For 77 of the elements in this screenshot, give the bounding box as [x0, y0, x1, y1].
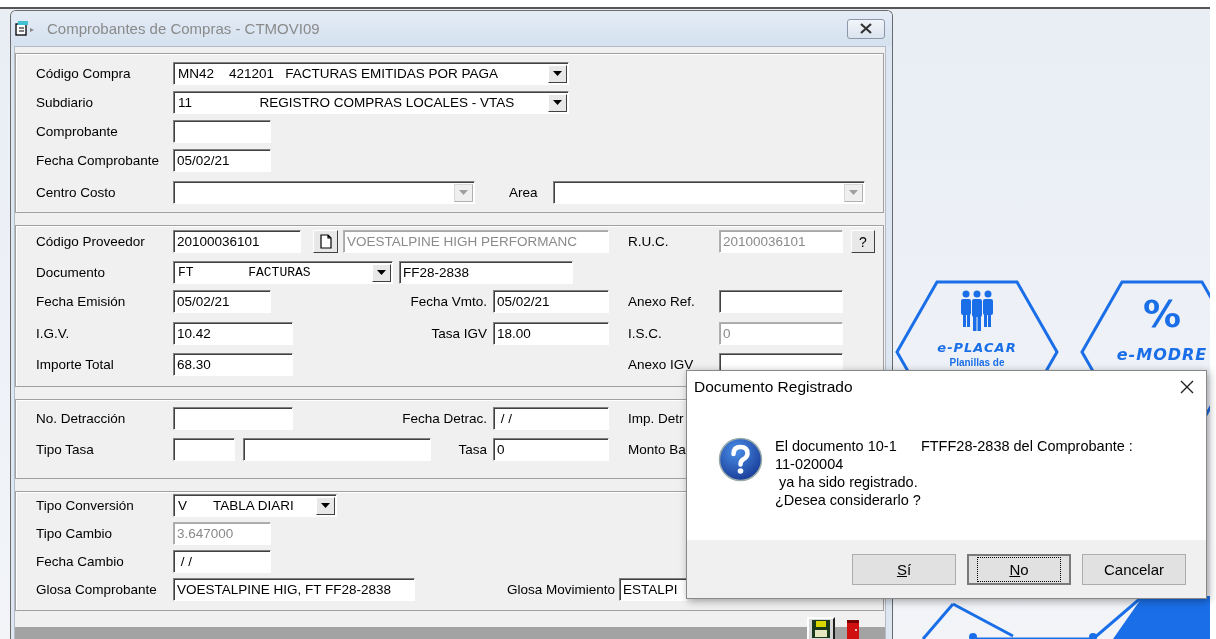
- field-label: Fecha Emisión: [36, 294, 127, 309]
- text-field[interactable]: 05/02/21: [173, 290, 271, 313]
- field-label: Tipo Conversión: [36, 498, 135, 513]
- tile-symbol: %: [1141, 292, 1183, 336]
- text-field[interactable]: VOESTALPINE HIG, FT FF28-2838: [173, 578, 415, 601]
- field-label: Tipo Cambio: [36, 526, 114, 541]
- field-label: Imp. Detr: [628, 411, 685, 426]
- text-field[interactable]: [243, 438, 431, 461]
- text-field[interactable]: 10.42: [173, 322, 293, 345]
- field-label: Documento: [36, 265, 107, 280]
- text-field[interactable]: 68.30: [173, 353, 293, 376]
- caret-down-icon: [377, 270, 386, 275]
- text-field[interactable]: [173, 407, 293, 430]
- caret-down-icon: [321, 503, 330, 508]
- dialog-title: Documento Registrado: [694, 378, 853, 396]
- field-label: Tipo Tasa: [36, 442, 95, 457]
- text-field[interactable]: [719, 290, 843, 313]
- dialog-button[interactable]: No: [967, 553, 1071, 585]
- text-field[interactable]: / /: [493, 407, 609, 430]
- field-label: Glosa Movimiento: [505, 582, 615, 597]
- text-field[interactable]: 20100036101: [173, 230, 301, 253]
- question-icon: [718, 437, 763, 482]
- field-label: Fecha Cambio: [36, 554, 125, 569]
- text-field[interactable]: [173, 120, 271, 143]
- text-field[interactable]: 18.00: [493, 322, 609, 345]
- field-label: Anexo Ref.: [628, 294, 696, 309]
- tile-title: e-PLACAR: [936, 340, 1018, 355]
- close-icon: [860, 23, 872, 34]
- icon-button[interactable]: [313, 230, 338, 253]
- field-label: I.S.C.: [628, 326, 663, 341]
- field-label: Area: [509, 185, 539, 200]
- close-icon: [1180, 380, 1194, 394]
- text-field[interactable]: FF28-2838: [399, 261, 573, 284]
- field-label: No. Detracción: [36, 411, 127, 426]
- tile-title: e-MODRE: [1115, 345, 1209, 364]
- field-label: Fecha Detrac.: [401, 411, 487, 426]
- text-field[interactable]: / /: [173, 550, 271, 573]
- field-label: R.U.C.: [628, 234, 670, 249]
- field-label: Importe Total: [36, 357, 115, 372]
- field-label: Subdiario: [36, 95, 95, 110]
- text-field[interactable]: ESTALPI: [619, 578, 687, 601]
- caret-down-icon: [849, 190, 858, 195]
- field-label: Código Compra: [36, 66, 132, 81]
- caret-down-icon: [459, 190, 468, 195]
- field-label: I.G.V.: [36, 326, 71, 341]
- dropdown[interactable]: MN42 421201 FACTURAS EMITIDAS POR PAGA: [173, 62, 569, 85]
- caret-down-icon: [553, 71, 562, 76]
- help-button[interactable]: ?: [851, 230, 875, 253]
- field-label: Comprobante: [36, 124, 119, 139]
- field-label: Fecha Comprobante: [36, 153, 161, 168]
- dropdown[interactable]: 11 REGISTRO COMPRAS LOCALES - VTAS: [173, 91, 569, 114]
- dialog-button[interactable]: Cancelar: [1082, 553, 1186, 585]
- text-field[interactable]: 05/02/21: [173, 149, 271, 172]
- door-icon: [845, 619, 861, 639]
- field-label: Monto Ba: [628, 442, 686, 457]
- field-label: Código Proveedor: [36, 234, 146, 249]
- field-label: Glosa Comprobante: [36, 582, 158, 597]
- field-label: Centro Costo: [36, 185, 117, 200]
- dialog-message: El documento 10-1 FTFF28-2838 del Comprobante : 11-020004 ya ha sido registrado. ¿Desea considerarlo ?: [775, 437, 1133, 510]
- field-label: Tasa IGV: [430, 326, 487, 341]
- tile-subtitle: Planillas de: [948, 357, 1006, 368]
- field-label: Fecha Vmto.: [409, 294, 487, 309]
- dropdown[interactable]: V TABLA DIARI: [173, 494, 337, 517]
- dropdown[interactable]: FT FACTURAS: [173, 261, 393, 284]
- page-icon: [319, 234, 332, 249]
- field-label: Anexo IGV: [628, 357, 695, 372]
- close-button[interactable]: [1178, 378, 1196, 396]
- save-button[interactable]: [807, 617, 835, 639]
- close-button[interactable]: [847, 18, 885, 39]
- people-icon: [960, 290, 994, 332]
- text-field[interactable]: 05/02/21: [493, 290, 609, 313]
- text-field[interactable]: 0: [493, 438, 609, 461]
- caret-down-icon: [553, 100, 562, 105]
- dialog-button[interactable]: Sí: [852, 553, 956, 585]
- window-title: Comprobantes de Compras - CTMOVI09: [47, 20, 320, 37]
- text-field[interactable]: [173, 438, 235, 461]
- field-label: Tasa: [457, 442, 487, 457]
